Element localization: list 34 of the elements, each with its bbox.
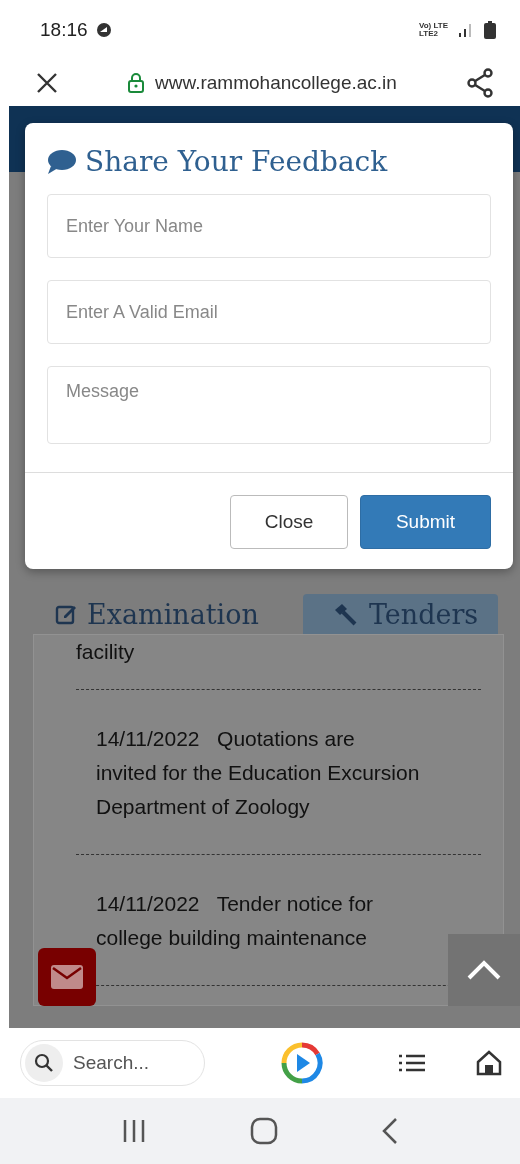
home-button-icon[interactable]: [250, 1117, 278, 1145]
edit-icon: [55, 603, 77, 625]
chevron-up-icon: [467, 960, 501, 980]
tender-item[interactable]: facility: [76, 635, 481, 690]
mail-button[interactable]: [38, 948, 96, 1006]
lock-icon: [127, 73, 146, 93]
share-icon[interactable]: [466, 68, 494, 98]
status-time: 18:16: [40, 19, 88, 41]
network-label: Vo) LTE: [418, 22, 448, 30]
tab-label: Examination: [87, 598, 259, 630]
dialog-title: Share Your Feedback: [85, 145, 388, 178]
search-icon[interactable]: [34, 1053, 54, 1073]
list-icon[interactable]: [398, 1053, 426, 1073]
text-input-field[interactable]: Enter Your Name: [47, 194, 491, 258]
tab-label: Tenders: [368, 598, 479, 630]
back-icon[interactable]: [380, 1117, 399, 1145]
notification-icon: [95, 22, 112, 38]
message-field[interactable]: Message: [47, 366, 491, 444]
url-text[interactable]: www.rammohancollege.ac.in: [155, 72, 397, 94]
home-icon[interactable]: [476, 1050, 502, 1076]
network-label: LTE2: [418, 30, 439, 38]
scroll-top-button[interactable]: [448, 934, 520, 1006]
signal-icon: [458, 22, 474, 38]
tab[interactable]: Examination: [55, 594, 279, 634]
tender-item[interactable]: 14/11/2022 Quotations are invited for the Education Excursion Department of Zoology: [76, 690, 481, 855]
close-button[interactable]: Close: [230, 495, 348, 549]
battery-icon: [484, 21, 496, 39]
close-icon[interactable]: [36, 72, 58, 94]
text-input-field[interactable]: Enter A Valid Email: [47, 280, 491, 344]
speech-bubble-icon: [47, 148, 77, 175]
play-logo-icon[interactable]: [279, 1041, 324, 1085]
search-input[interactable]: Search...: [71, 1051, 201, 1075]
submit-button[interactable]: Submit: [360, 495, 491, 549]
mail-icon: [51, 965, 83, 989]
